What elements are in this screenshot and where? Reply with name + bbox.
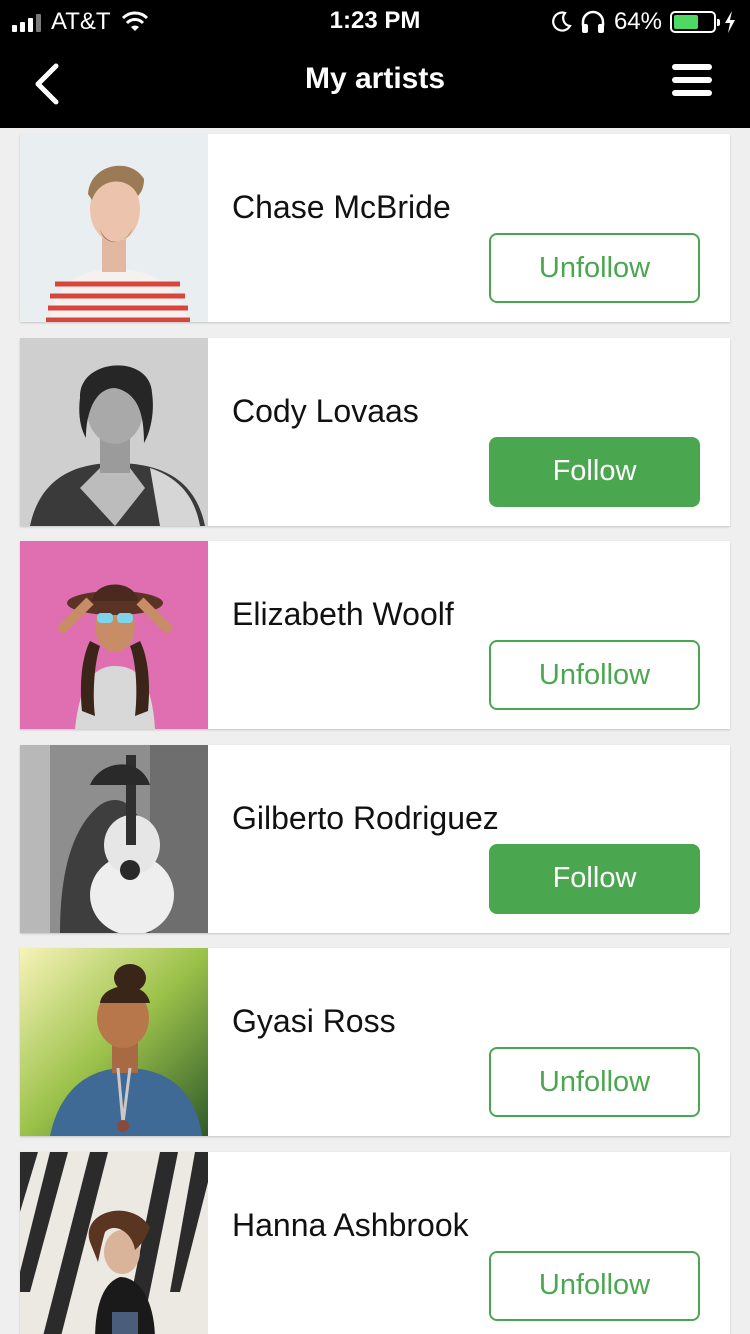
artist-name: Elizabeth Woolf: [232, 596, 454, 632]
top-bar: AT&T 1:23 PM 64% My artists: [0, 0, 750, 128]
artist-card: Gilberto Rodriguez Follow: [20, 744, 730, 933]
unfollow-button[interactable]: Unfollow: [489, 233, 700, 303]
artist-name: Chase McBride: [232, 189, 451, 225]
headphones-icon: [581, 10, 605, 33]
artist-card: Hanna Ashbrook Unfollow: [20, 1151, 730, 1334]
artist-card: Chase McBride Unfollow: [20, 134, 730, 322]
artist-photo: [20, 541, 208, 729]
status-right: 64%: [550, 8, 736, 36]
battery-percent: 64%: [613, 8, 662, 35]
artist-photo: [20, 1151, 208, 1334]
follow-button[interactable]: Follow: [489, 843, 700, 914]
artist-list: Chase McBride Unfollow Cody Lovaas Follo…: [20, 134, 730, 1334]
follow-button[interactable]: Follow: [489, 436, 700, 507]
unfollow-button[interactable]: Unfollow: [489, 1047, 700, 1117]
artist-name: Hanna Ashbrook: [232, 1206, 469, 1243]
artist-card: Cody Lovaas Follow: [20, 337, 730, 526]
page-title: My artists: [304, 62, 446, 95]
artist-card: Gyasi Ross Unfollow: [20, 948, 730, 1136]
artist-photo: [20, 134, 208, 322]
moon-icon: [552, 11, 572, 32]
artist-name: Cody Lovaas: [232, 392, 419, 429]
artist-card: Elizabeth Woolf Unfollow: [20, 541, 730, 729]
artist-photo: [20, 744, 208, 933]
hamburger-menu-icon[interactable]: [672, 64, 712, 96]
artist-photo: [20, 948, 208, 1136]
artist-photo: [20, 337, 208, 526]
status-bar: AT&T 1:23 PM 64%: [0, 0, 750, 40]
battery-icon: [670, 11, 720, 33]
charging-bolt-icon: [725, 11, 735, 33]
artist-name: Gilberto Rodriguez: [232, 799, 499, 836]
artist-name: Gyasi Ross: [232, 1003, 396, 1039]
unfollow-button[interactable]: Unfollow: [489, 640, 700, 710]
unfollow-button[interactable]: Unfollow: [489, 1250, 700, 1321]
